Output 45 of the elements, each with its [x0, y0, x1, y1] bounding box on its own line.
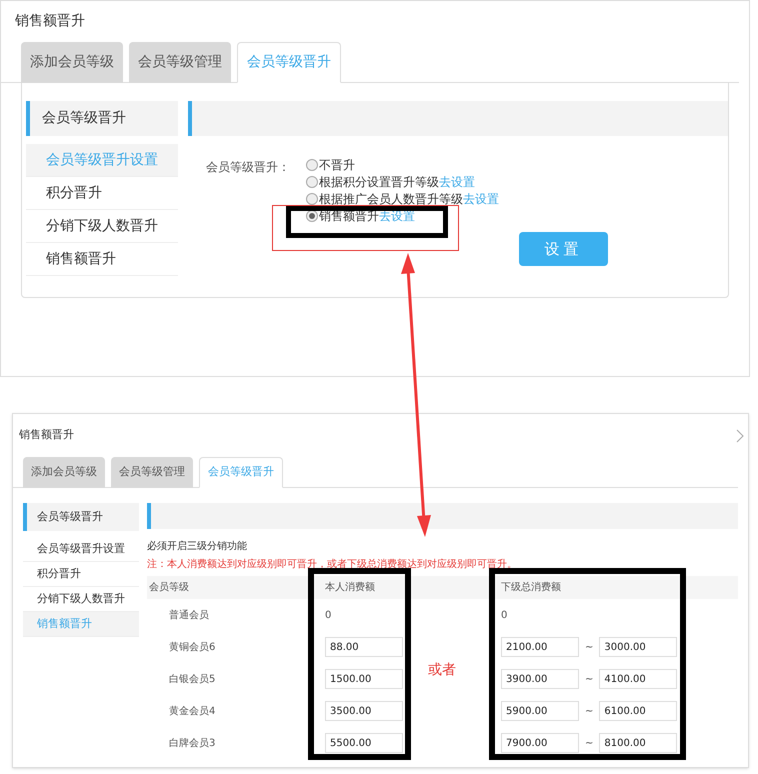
- level-name: 普通会员: [168, 608, 210, 622]
- amount-field[interactable]: 5500.00: [325, 733, 403, 753]
- amount-field[interactable]: 3000.00: [599, 637, 678, 657]
- chevron-right-icon[interactable]: [736, 428, 744, 442]
- amount-field[interactable]: 1500.00: [325, 669, 403, 689]
- amount-field[interactable]: 2100.00: [501, 637, 579, 657]
- radio-button[interactable]: [306, 192, 318, 204]
- level-name: 白牌会员3: [168, 736, 216, 750]
- panel-title: 销售额晋升: [18, 427, 74, 444]
- amount-field[interactable]: 5900.00: [501, 701, 579, 721]
- amount-field[interactable]: 4100.00: [599, 669, 678, 689]
- radio-label: 根据推广会员人数晋升等级: [319, 190, 463, 208]
- column-header: 会员等级: [148, 581, 190, 595]
- amount-field[interactable]: 88.00: [325, 637, 403, 657]
- tab[interactable]: 添加会员等级: [21, 42, 123, 83]
- amount-field[interactable]: 3500.00: [325, 701, 403, 721]
- tab[interactable]: 添加会员等级: [23, 457, 105, 488]
- sidebar-header: 会员等级晋升: [23, 503, 139, 531]
- radio-button[interactable]: [306, 176, 318, 188]
- form-label: 会员等级晋升：: [206, 159, 290, 176]
- notice-text: 必须开启三级分销功能: [147, 540, 248, 554]
- amount-field[interactable]: 7900.00: [501, 733, 579, 753]
- column-header: 本人消费额: [325, 580, 376, 595]
- double-arrow-icon: [398, 252, 434, 538]
- tab[interactable]: 会员等级管理: [111, 457, 193, 488]
- tab[interactable]: 会员等级管理: [129, 42, 231, 83]
- range-separator: ~: [585, 640, 594, 654]
- amount-field[interactable]: 3900.00: [501, 669, 579, 689]
- radio-button[interactable]: [306, 158, 318, 170]
- panel-title: 销售额晋升: [14, 12, 86, 31]
- radio-label: 不晋升: [319, 156, 355, 174]
- or-label: 或者: [428, 661, 456, 680]
- table-cell-text: 0: [501, 608, 508, 622]
- amount-field[interactable]: 6100.00: [599, 701, 678, 721]
- level-name: 黄金会员4: [168, 704, 216, 718]
- amount-field[interactable]: 8100.00: [599, 733, 678, 753]
- range-separator: ~: [585, 672, 594, 686]
- level-name: 黄铜会员6: [168, 640, 216, 654]
- radio-label: 根据积分设置晋升等级: [319, 174, 439, 190]
- table-cell: 0: [325, 610, 332, 620]
- range-separator: ~: [585, 704, 594, 718]
- range-separator: ~: [585, 736, 594, 750]
- level-name: 白银会员5: [168, 672, 216, 686]
- column-header: 下级总消费额: [501, 580, 561, 595]
- sidebar-header: 会员等级晋升: [26, 101, 178, 136]
